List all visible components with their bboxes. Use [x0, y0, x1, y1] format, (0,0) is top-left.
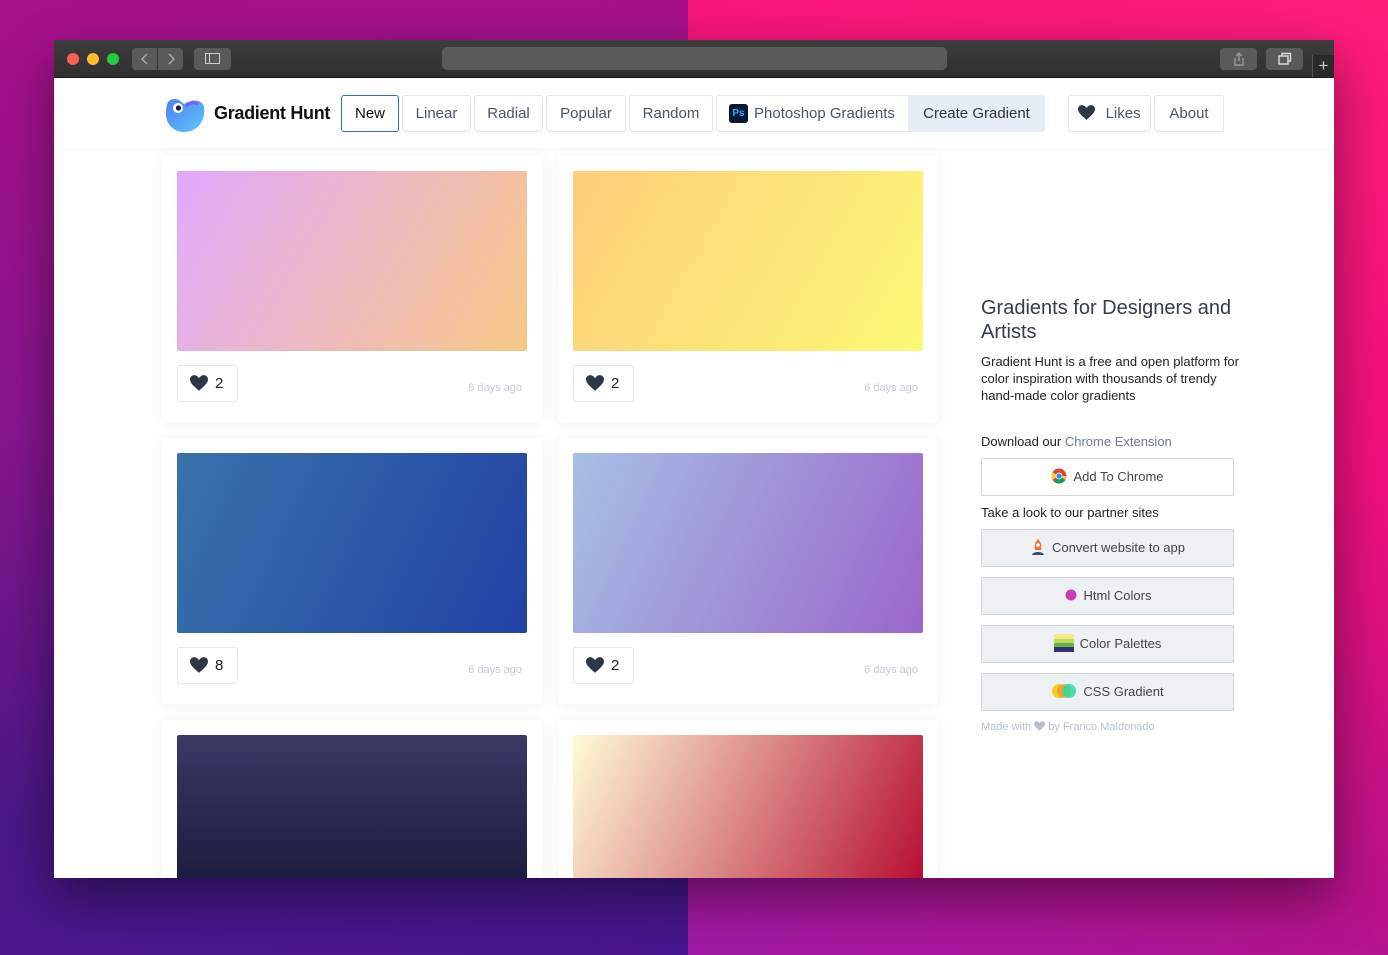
nav-random[interactable]: Random	[629, 95, 713, 132]
forward-button[interactable]	[158, 48, 183, 70]
minimize-window-button[interactable]	[87, 53, 99, 65]
sidebar: Gradients for Designers and Artists Grad…	[981, 296, 1241, 733]
gradient-swatch[interactable]	[573, 171, 923, 351]
heart-icon	[190, 374, 208, 391]
like-button[interactable]: 2	[573, 365, 634, 402]
browser-window: + Gradient Hunt New Linear Radial Popula…	[54, 40, 1334, 878]
posted-time: 6 days ago	[864, 664, 918, 676]
palette-icon	[1053, 634, 1074, 653]
gradient-swatch[interactable]	[573, 735, 923, 878]
heart-icon	[586, 374, 604, 391]
nav-about[interactable]: About	[1154, 95, 1224, 132]
partners-label: Take a look to our partner sites	[981, 505, 1159, 520]
partner-color-palettes-label: Color Palettes	[1079, 636, 1162, 651]
like-button[interactable]: 8	[177, 647, 238, 684]
color-dot-icon	[1065, 589, 1077, 601]
partner-css-gradient-button[interactable]: CSS Gradient	[981, 673, 1234, 711]
add-to-chrome-button[interactable]: Add To Chrome	[981, 458, 1234, 496]
posted-time: 6 days ago	[864, 382, 918, 394]
gradient-swatch[interactable]	[177, 735, 527, 878]
nav-likes[interactable]: Likes	[1068, 95, 1151, 132]
gradient-card: 2 6 days ago	[558, 156, 938, 422]
sidebar-description: Gradient Hunt is a free and open platfor…	[981, 354, 1239, 403]
gradient-card: 2 6 days ago	[162, 156, 542, 422]
heart-icon	[1078, 105, 1096, 120]
partner-convert-website-label: Convert website to app	[1052, 540, 1185, 555]
like-count: 2	[611, 657, 620, 674]
nav-linear[interactable]: Linear	[402, 95, 471, 132]
brand-title[interactable]: Gradient Hunt	[214, 103, 330, 124]
sidebar-toggle-button[interactable]	[194, 48, 231, 70]
create-gradient-button[interactable]: Create Gradient	[908, 95, 1045, 132]
browser-titlebar: +	[54, 40, 1334, 78]
add-to-chrome-label: Add To Chrome	[1073, 469, 1164, 484]
close-window-button[interactable]	[67, 53, 79, 65]
gradient-swatch[interactable]	[177, 171, 527, 351]
share-button[interactable]	[1220, 48, 1257, 70]
like-count: 8	[215, 657, 224, 674]
posted-time: 6 days ago	[468, 664, 522, 676]
gradient-card: 2 6 days ago	[558, 438, 938, 704]
chrome-icon	[1051, 468, 1067, 484]
download-extension-text: Download our Chrome Extension	[981, 434, 1241, 449]
nav-popular[interactable]: Popular	[546, 95, 626, 132]
footer-credit: Made with by Franco Maldonado	[981, 721, 1241, 733]
like-button[interactable]: 2	[177, 365, 238, 402]
heart-small-icon	[1034, 721, 1046, 731]
like-count: 2	[215, 375, 224, 392]
partner-html-colors-button[interactable]: Html Colors	[981, 577, 1234, 615]
sidebar-title: Gradients for Designers and Artists	[981, 297, 1232, 343]
rocket-icon	[1032, 539, 1045, 556]
share-icon	[1233, 52, 1244, 66]
download-prefix: Download our	[981, 434, 1062, 449]
site-navbar: Gradient Hunt New Linear Radial Popular …	[54, 78, 1334, 148]
chevron-right-icon	[167, 53, 175, 65]
partner-html-colors-label: Html Colors	[1083, 588, 1152, 603]
like-count: 2	[611, 375, 620, 392]
tabs-icon	[1277, 52, 1291, 65]
address-bar[interactable]	[442, 47, 947, 70]
css-gradient-icon	[1052, 684, 1077, 699]
tabs-overview-button[interactable]	[1266, 48, 1303, 70]
maximize-window-button[interactable]	[107, 53, 119, 65]
nav-new[interactable]: New	[341, 95, 399, 132]
heart-icon	[586, 656, 604, 673]
gradient-swatch[interactable]	[177, 453, 527, 633]
back-button[interactable]	[132, 48, 157, 70]
credit-prefix: Made with	[981, 721, 1032, 733]
partner-convert-website-button[interactable]: Convert website to app	[981, 529, 1234, 567]
posted-time: 6 days ago	[468, 382, 522, 394]
nav-photoshop-gradients[interactable]: Ps Photoshop Gradients	[716, 95, 912, 132]
nav-photoshop-gradients-label: Photoshop Gradients	[754, 105, 895, 122]
chrome-extension-link[interactable]: Chrome Extension	[1065, 434, 1172, 449]
partner-css-gradient-label: CSS Gradient	[1083, 684, 1164, 699]
new-tab-button[interactable]: +	[1312, 55, 1334, 77]
like-button[interactable]: 2	[573, 647, 634, 684]
heart-icon	[190, 656, 208, 673]
chevron-left-icon	[140, 53, 148, 65]
gradient-card	[162, 720, 542, 878]
photoshop-icon: Ps	[729, 103, 748, 123]
gradient-card: 8 6 days ago	[162, 438, 542, 704]
sidebar-icon	[205, 53, 220, 64]
gradient-hunt-logo-icon[interactable]	[164, 92, 206, 134]
partner-color-palettes-button[interactable]: Color Palettes	[981, 625, 1234, 663]
nav-radial[interactable]: Radial	[474, 95, 543, 132]
gradient-card	[558, 720, 938, 878]
nav-likes-label: Likes	[1105, 105, 1141, 122]
credit-author[interactable]: by Franco Maldonado	[1048, 721, 1154, 733]
gradient-swatch[interactable]	[573, 453, 923, 633]
